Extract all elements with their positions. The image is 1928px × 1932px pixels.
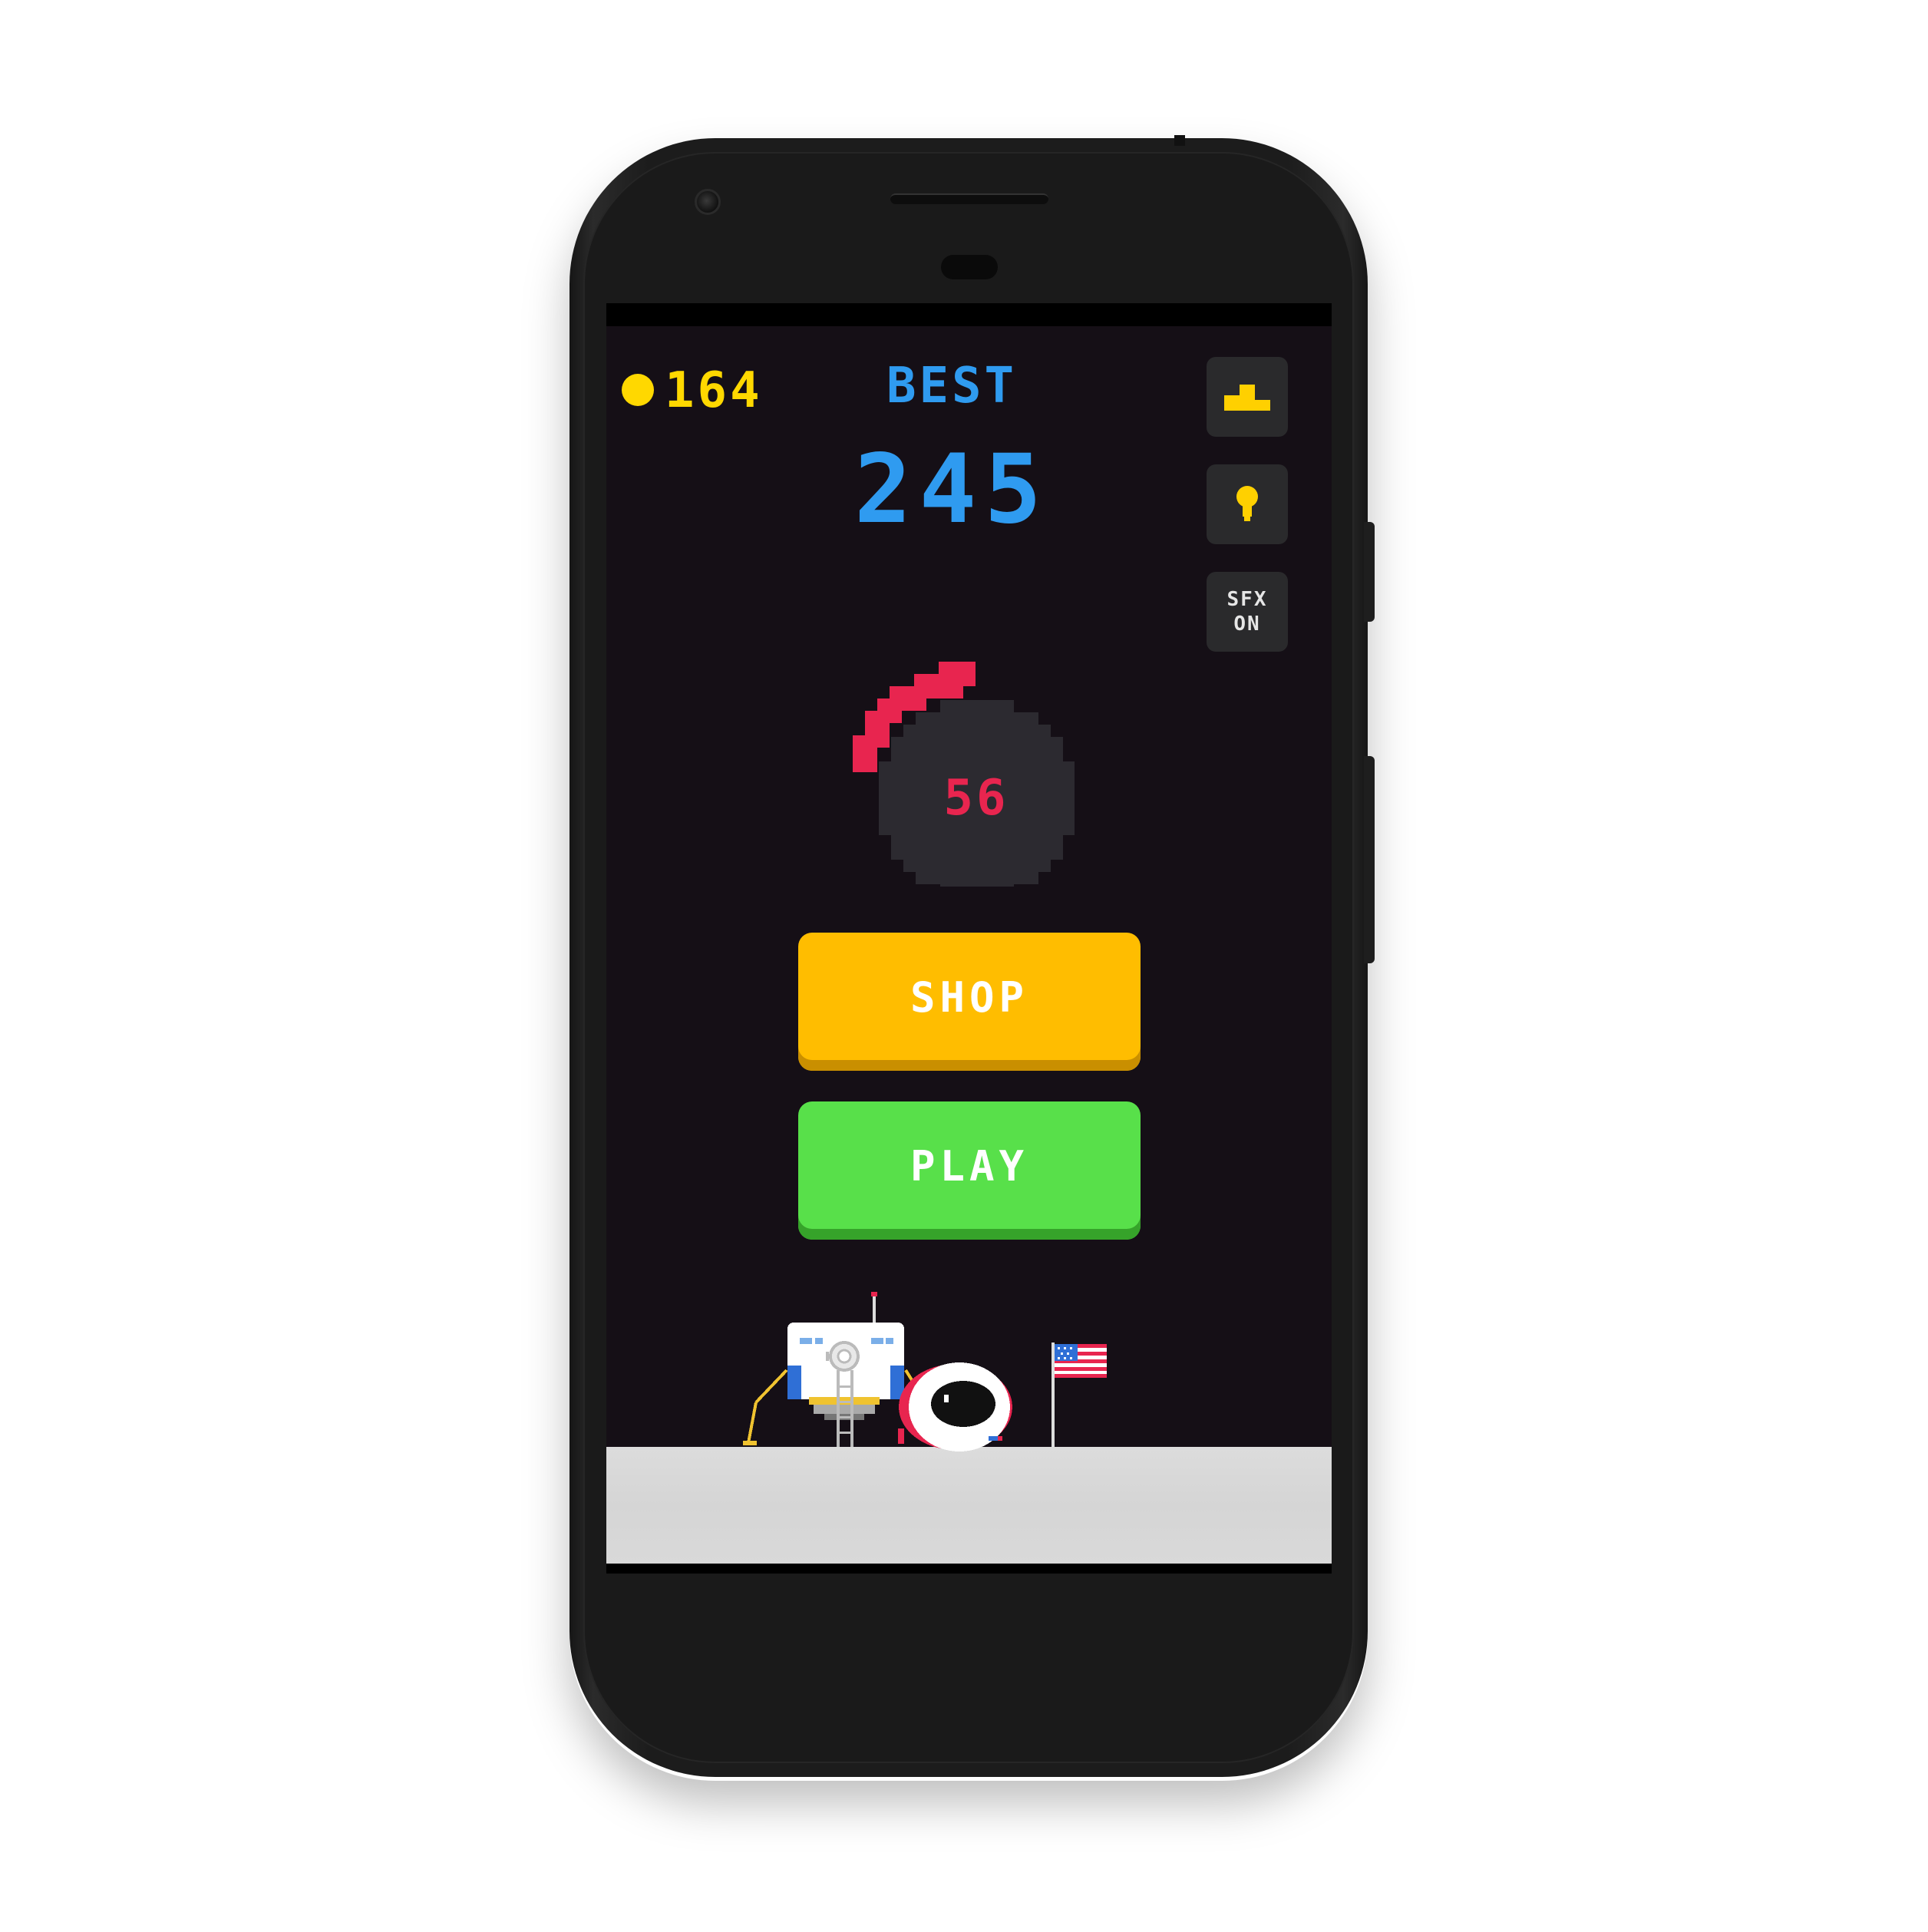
phone-volume-button	[1364, 756, 1375, 963]
astronaut-helmet-icon	[898, 1362, 1012, 1451]
game-main-menu: 164 BEST 245 SFX ON 56 SHOP PLAY	[606, 326, 1332, 1564]
status-bar	[606, 303, 1332, 326]
phone-power-button	[1364, 522, 1375, 622]
us-flag-icon	[1051, 1342, 1107, 1447]
screen: 164 BEST 245 SFX ON 56 SHOP PLAY	[606, 303, 1332, 1574]
proximity-sensor	[941, 255, 998, 279]
front-camera-icon	[695, 189, 721, 215]
phone-top-button	[1174, 135, 1185, 146]
earpiece-speaker	[890, 193, 1048, 204]
navigation-area	[606, 1564, 1332, 1574]
lunar-lander-icon	[743, 1292, 926, 1447]
moon-scene	[743, 1292, 1107, 1451]
